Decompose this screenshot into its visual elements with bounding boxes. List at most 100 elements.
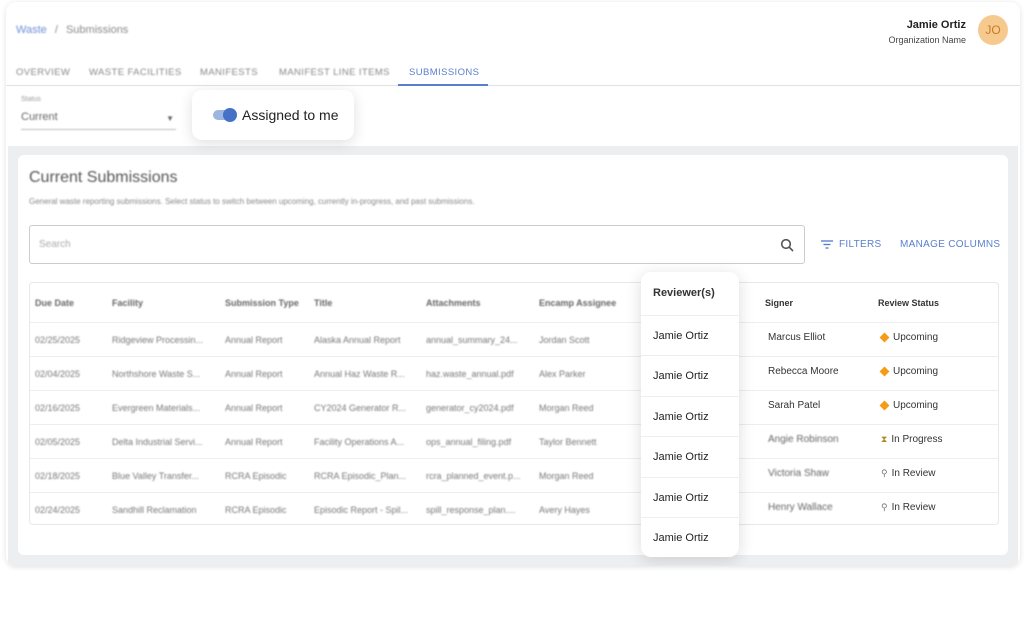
reviewer-cell: Jamie Ortiz — [641, 436, 739, 476]
cell-title: Facility Operations A... — [314, 437, 405, 447]
table-row[interactable]: 02/16/2025 Evergreen Materials... Annual… — [30, 390, 998, 424]
cell-facility: Sandhill Reclamation — [112, 505, 197, 515]
cell-due-date: 02/16/2025 — [35, 403, 81, 413]
upcoming-icon — [879, 400, 890, 411]
col-encamp-assignee[interactable]: Encamp Assignee — [539, 298, 616, 308]
reviewer-name: Jamie Ortiz — [653, 330, 709, 342]
filter-icon — [821, 240, 833, 249]
cell-due-date: 02/24/2025 — [35, 505, 81, 515]
breadcrumb-current: Submissions — [65, 24, 129, 36]
reviewer-name: Jamie Ortiz — [653, 370, 709, 382]
status-badge: ⚲ In Review — [881, 468, 936, 479]
reviewer-cell: Jamie Ortiz — [641, 396, 739, 436]
table-row[interactable]: 02/24/2025 Sandhill Reclamation RCRA Epi… — [30, 492, 998, 524]
cell-assignee: Jordan Scott — [539, 335, 590, 345]
cell-attachment[interactable]: spill_response_plan.... — [426, 505, 516, 515]
page-subtitle: General waste reporting submissions. Sel… — [29, 197, 475, 206]
content-area: Current Submissions General waste report… — [8, 146, 1018, 566]
tab-manifest-line-items[interactable]: MANIFEST LINE ITEMS — [279, 67, 390, 78]
reviewer-name: Jamie Ortiz — [653, 492, 709, 504]
app-window: Waste / Submissions Jamie Ortiz Organiza… — [6, 2, 1020, 566]
table-row[interactable]: 02/18/2025 Blue Valley Transfer... RCRA … — [30, 458, 998, 492]
status-text: In Review — [891, 502, 936, 513]
status-text: In Review — [891, 468, 936, 479]
cell-attachment[interactable]: rcra_planned_event.p... — [426, 471, 521, 481]
cell-type: Annual Report — [225, 369, 283, 379]
search-input[interactable]: Search — [29, 225, 805, 264]
col-due-date[interactable]: Due Date — [35, 298, 74, 308]
filters-button[interactable]: FILTERS — [821, 239, 881, 250]
col-attachments[interactable]: Attachments — [426, 298, 481, 308]
cell-assignee: Alex Parker — [539, 369, 586, 379]
breadcrumb-separator: / — [54, 24, 58, 36]
filters-label: FILTERS — [839, 239, 882, 250]
tab-overview[interactable]: OVERVIEW — [16, 67, 70, 78]
submissions-table: Due Date Facility Submission Type Title … — [29, 282, 999, 525]
cell-due-date: 02/04/2025 — [35, 369, 81, 379]
cell-signer: Henry Wallace — [768, 502, 833, 513]
reviewers-column-highlight: Reviewer(s) Jamie Ortiz Jamie Ortiz Jami… — [641, 272, 739, 557]
reviewer-cell: Jamie Ortiz — [641, 517, 739, 557]
cell-type: Annual Report — [225, 403, 283, 413]
table-row[interactable]: 02/25/2025 Ridgeview Processin... Annual… — [30, 322, 998, 356]
table-row[interactable]: 02/05/2025 Delta Industrial Servi... Ann… — [30, 424, 998, 458]
status-badge: ⚲ In Review — [881, 502, 936, 513]
col-title[interactable]: Title — [314, 298, 332, 308]
tab-submissions[interactable]: SUBMISSIONS — [409, 67, 479, 78]
status-badge: Upcoming — [879, 332, 938, 343]
cell-facility: Delta Industrial Servi... — [112, 437, 203, 447]
assigned-to-me-toggle[interactable]: Assigned to me — [192, 90, 354, 140]
reviewer-name: Jamie Ortiz — [653, 451, 709, 463]
cell-type: RCRA Episodic — [225, 505, 287, 515]
status-select[interactable]: Status Current ▼ — [21, 96, 176, 130]
breadcrumb: Waste / Submissions — [16, 24, 128, 36]
col-reviewers[interactable]: Reviewer(s) — [653, 287, 715, 299]
tab-waste-facilities[interactable]: WASTE FACILITIES — [89, 67, 182, 78]
reviewer-cell: Jamie Ortiz — [641, 315, 739, 355]
avatar[interactable]: JO — [978, 15, 1008, 45]
cell-type: Annual Report — [225, 437, 283, 447]
tab-bar: OVERVIEW WASTE FACILITIES MANIFESTS MANI… — [6, 58, 1020, 86]
search-placeholder: Search — [39, 239, 71, 250]
cell-title: Annual Haz Waste R... — [314, 369, 405, 379]
active-tab-indicator — [398, 84, 488, 86]
cell-title: Episodic Report - Spil... — [314, 505, 409, 515]
hourglass-icon: ⧗ — [881, 434, 888, 444]
table-row[interactable]: 02/04/2025 Northshore Waste S... Annual … — [30, 356, 998, 390]
toggle-switch[interactable] — [213, 108, 237, 122]
search-icon[interactable] — [780, 238, 794, 252]
submissions-card: Current Submissions General waste report… — [18, 155, 1008, 555]
cell-attachment[interactable]: annual_summary_24... — [426, 335, 518, 345]
tab-manifests[interactable]: MANIFESTS — [200, 67, 258, 78]
top-bar: Waste / Submissions — [6, 2, 1020, 56]
status-text: In Progress — [891, 434, 943, 445]
cell-assignee: Avery Hayes — [539, 505, 590, 515]
cell-assignee: Morgan Reed — [539, 403, 594, 413]
cell-attachment[interactable]: generator_cy2024.pdf — [426, 403, 514, 413]
reviewer-name: Jamie Ortiz — [653, 532, 709, 544]
manage-columns-button[interactable]: MANAGE COLUMNS — [900, 239, 1000, 250]
col-review-status[interactable]: Review Status — [878, 298, 939, 308]
user-info[interactable]: Jamie Ortiz Organization Name — [888, 19, 966, 45]
status-badge: Upcoming — [879, 366, 938, 377]
cell-facility: Northshore Waste S... — [112, 369, 201, 379]
cell-due-date: 02/25/2025 — [35, 335, 81, 345]
cell-assignee: Taylor Bennett — [539, 437, 597, 447]
cell-signer: Rebecca Moore — [768, 366, 839, 377]
cell-attachment[interactable]: haz.waste_annual.pdf — [426, 369, 514, 379]
col-signer[interactable]: Signer — [765, 298, 793, 308]
cell-due-date: 02/18/2025 — [35, 471, 81, 481]
status-label: Status — [21, 96, 41, 103]
breadcrumb-root[interactable]: Waste — [16, 24, 47, 36]
cell-attachment[interactable]: ops_annual_filing.pdf — [426, 437, 511, 447]
reviewer-cell: Jamie Ortiz — [641, 355, 739, 395]
cell-assignee: Morgan Reed — [539, 471, 594, 481]
reviewer-name: Jamie Ortiz — [653, 411, 709, 423]
col-facility[interactable]: Facility — [112, 298, 143, 308]
chevron-down-icon: ▼ — [166, 114, 174, 123]
col-submission-type[interactable]: Submission Type — [225, 298, 299, 308]
cell-facility: Ridgeview Processin... — [112, 335, 204, 345]
cell-due-date: 02/05/2025 — [35, 437, 81, 447]
upcoming-icon — [879, 332, 890, 343]
page-title: Current Submissions — [29, 169, 178, 186]
